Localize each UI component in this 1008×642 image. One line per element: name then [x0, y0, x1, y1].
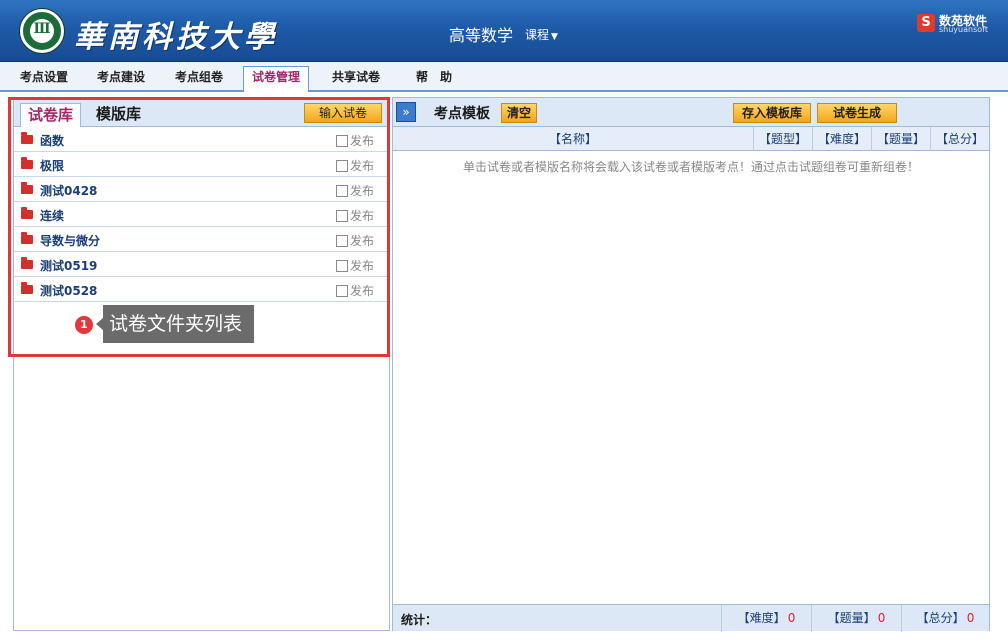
paper-library-panel: 试卷库 模版库 输入试卷 函数 发布 极限 发布 测试0428 发布 连续 发布…: [13, 97, 390, 631]
stat-value: 0: [877, 611, 886, 625]
folder-item[interactable]: 函数 发布: [14, 127, 389, 152]
publish-checkbox[interactable]: 发布: [336, 132, 374, 149]
annotation-badge: 1: [75, 316, 93, 334]
column-name: 【名称】: [548, 132, 597, 146]
menu-gongxiang-shijuan[interactable]: 共享试卷: [324, 68, 388, 92]
publish-checkbox[interactable]: 发布: [336, 232, 374, 249]
menu-kaodian-jianshe[interactable]: 考点建设: [89, 68, 153, 92]
folder-icon: [21, 257, 33, 269]
folder-item[interactable]: 导数与微分 发布: [14, 227, 389, 252]
folder-icon: [21, 232, 33, 244]
course-dropdown[interactable]: 课程 ▼: [525, 26, 558, 43]
university-name: 華南科技大學: [74, 20, 278, 55]
checkbox-icon: [336, 235, 348, 247]
folder-icon: [21, 207, 33, 219]
folder-name[interactable]: 测试0528: [40, 282, 97, 299]
course-title: 高等数学: [449, 26, 514, 45]
publish-checkbox[interactable]: 发布: [336, 207, 374, 224]
folder-icon: [21, 157, 33, 169]
app-header: 華南科技大學 高等数学 课程▼ S 数苑软件 shuyuansoft: [0, 0, 1008, 62]
checkbox-icon: [336, 260, 348, 272]
university-logo: [20, 9, 64, 53]
template-panel: » 考点模板 清空 存入模板库 试卷生成 【名称】 【题型】 【难度】 【题量】…: [392, 97, 990, 632]
brand-s-icon: S: [917, 14, 935, 32]
publish-checkbox[interactable]: 发布: [336, 157, 374, 174]
main-menu: 考点设置 考点建设 考点组卷 试卷管理 共享试卷 帮 助: [0, 62, 1008, 92]
folder-item[interactable]: 测试0528 发布: [14, 277, 389, 302]
folder-name[interactable]: 测试0519: [40, 257, 97, 274]
folder-icon: [21, 282, 33, 294]
chevron-down-icon: ▼: [551, 32, 558, 42]
generate-paper-button[interactable]: 试卷生成: [817, 103, 897, 123]
folder-name[interactable]: 导数与微分: [40, 232, 100, 249]
import-paper-button[interactable]: 输入试卷: [304, 103, 382, 123]
folder-name[interactable]: 函数: [40, 132, 64, 149]
menu-shijuan-guanli[interactable]: 试卷管理: [243, 66, 310, 92]
tab-template-library[interactable]: 模版库: [89, 103, 148, 127]
clear-button[interactable]: 清空: [501, 103, 537, 123]
publish-label: 发布: [350, 159, 375, 173]
folder-list: 函数 发布 极限 发布 测试0428 发布 连续 发布 导数与微分 发布 测试0…: [14, 127, 389, 302]
annotation-callout: 试卷文件夹列表: [96, 305, 254, 343]
brand-logo: S 数苑软件 shuyuansoft: [917, 13, 995, 35]
checkbox-icon: [336, 160, 348, 172]
stat-value: 0: [787, 611, 796, 625]
publish-label: 发布: [350, 209, 375, 223]
stat-label: 【难度】: [737, 611, 786, 625]
publish-checkbox[interactable]: 发布: [336, 257, 374, 274]
save-template-button[interactable]: 存入模板库: [733, 103, 811, 123]
stat-difficulty: 【难度】 0: [721, 605, 811, 632]
column-type: 【题型】: [753, 127, 812, 151]
publish-label: 发布: [350, 234, 375, 248]
checkbox-icon: [336, 185, 348, 197]
publish-checkbox[interactable]: 发布: [336, 282, 374, 299]
column-quantity: 【题量】: [871, 127, 930, 151]
folder-item[interactable]: 连续 发布: [14, 202, 389, 227]
template-toolbar: » 考点模板 清空 存入模板库 试卷生成: [393, 98, 989, 127]
menu-kaodian-zujuan[interactable]: 考点组卷: [167, 68, 231, 92]
folder-item[interactable]: 极限 发布: [14, 152, 389, 177]
column-total-score: 【总分】: [930, 127, 989, 151]
stat-label: 【总分】: [916, 611, 965, 625]
expand-icon[interactable]: »: [396, 102, 416, 122]
publish-label: 发布: [350, 259, 375, 273]
stat-label: 【题量】: [827, 611, 876, 625]
table-header: 【名称】 【题型】 【难度】 【题量】 【总分】: [393, 127, 989, 151]
library-tabs: 试卷库 模版库 输入试卷: [14, 98, 389, 127]
checkbox-icon: [336, 285, 348, 297]
folder-item[interactable]: 测试0519 发布: [14, 252, 389, 277]
stats-bar: 统计： 【难度】 0 【题量】 0 【总分】 0: [393, 604, 989, 632]
template-title: 考点模板: [434, 106, 490, 122]
stat-quantity: 【题量】 0: [811, 605, 901, 632]
checkbox-icon: [336, 210, 348, 222]
empty-hint: 单击试卷或者模版名称将会载入该试卷或者模版考点！通过点击试题组卷可重新组卷！: [462, 160, 919, 174]
folder-item[interactable]: 测试0428 发布: [14, 177, 389, 202]
folder-icon: [21, 182, 33, 194]
publish-label: 发布: [350, 184, 375, 198]
folder-icon: [21, 132, 33, 144]
publish-label: 发布: [350, 134, 375, 148]
folder-name[interactable]: 连续: [40, 207, 64, 224]
folder-name[interactable]: 测试0428: [40, 182, 97, 199]
stat-value: 0: [966, 611, 975, 625]
tab-paper-library[interactable]: 试卷库: [20, 103, 82, 127]
folder-name[interactable]: 极限: [40, 157, 64, 174]
menu-kaodian-shezhi[interactable]: 考点设置: [12, 68, 76, 92]
stat-total-score: 【总分】 0: [901, 605, 989, 632]
publish-checkbox[interactable]: 发布: [336, 182, 374, 199]
menu-help[interactable]: 帮 助: [408, 68, 460, 92]
checkbox-icon: [336, 135, 348, 147]
column-difficulty: 【难度】: [812, 127, 871, 151]
publish-label: 发布: [350, 284, 375, 298]
brand-name-en: shuyuansoft: [939, 25, 988, 34]
stats-label: 统计：: [401, 613, 438, 627]
course-dropdown-label: 课程: [525, 28, 550, 42]
